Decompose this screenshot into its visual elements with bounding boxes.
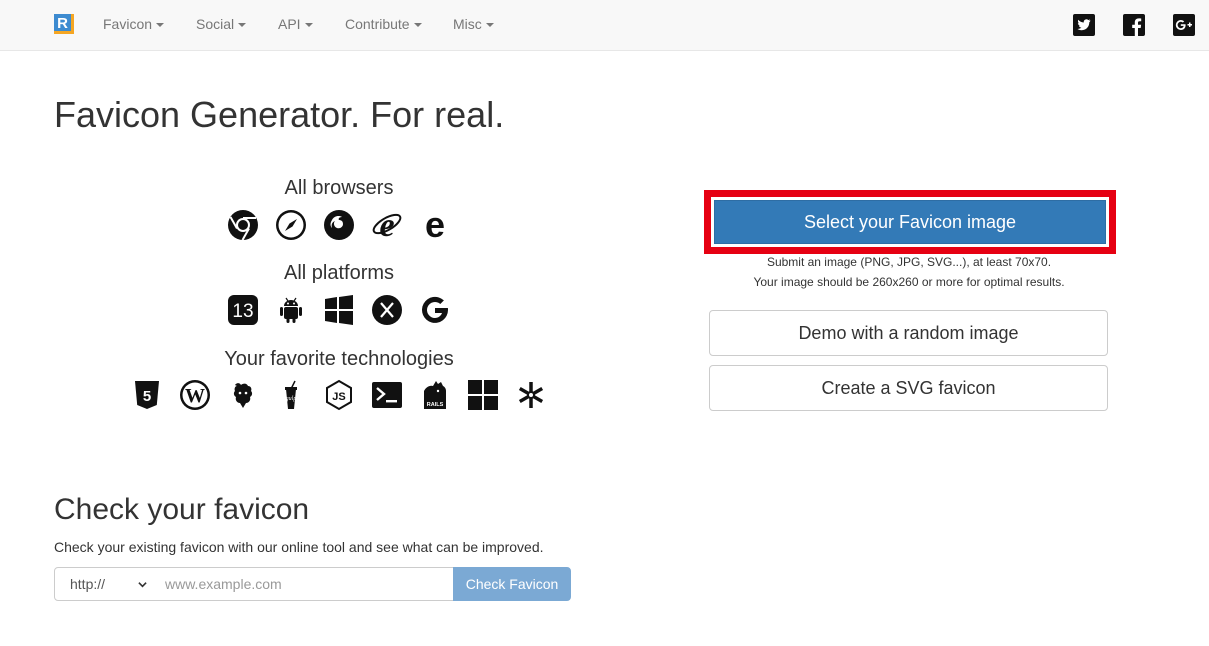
caret-down-icon [156, 23, 165, 28]
wordpress-icon: W [179, 379, 211, 411]
navbar: R Favicon Social API Contribute Misc [0, 0, 1209, 51]
help-text-line1: Submit an image (PNG, JPG, SVG...), at l… [766, 255, 1052, 269]
technology-icons-row: 5 W gulp JS RAILS [54, 379, 624, 411]
svg-text:5: 5 [143, 388, 151, 405]
check-favicon-title: Check your favicon [54, 493, 310, 526]
nav-contribute[interactable]: Contribute [345, 0, 422, 50]
svg-text:R: R [57, 15, 68, 32]
svg-text:JS: JS [332, 391, 345, 403]
chevron-down-icon [138, 582, 147, 588]
check-favicon-button[interactable]: Check Favicon [453, 567, 571, 601]
twitter-icon[interactable] [1073, 14, 1095, 36]
nodejs-icon: JS [323, 379, 355, 411]
realfavicongenerator-logo-icon[interactable]: R [54, 14, 74, 34]
google-plus-icon[interactable] [1173, 14, 1195, 36]
demo-random-image-button[interactable]: Demo with a random image [709, 310, 1108, 356]
nav-misc[interactable]: Misc [453, 0, 494, 50]
protocol-select[interactable]: http:// [54, 567, 154, 601]
cli-icon [371, 379, 403, 411]
nav-favicon-label: Favicon [103, 16, 153, 32]
android-icon [275, 294, 307, 326]
page-title: Favicon Generator. For real. [54, 94, 505, 135]
help-text-line2: Your image should be 260x260 or more for… [753, 275, 1065, 289]
gulp-icon [227, 379, 259, 411]
nav-social[interactable]: Social [196, 0, 247, 50]
svg-text:e: e [379, 209, 394, 241]
nav-social-label: Social [196, 16, 235, 32]
browsers-title: All browsers [284, 177, 394, 199]
browser-icons-row: e e [54, 209, 624, 241]
caret-down-icon [304, 23, 313, 28]
facebook-icon[interactable] [1123, 14, 1145, 36]
nav-contribute-label: Contribute [345, 16, 410, 32]
grunt-icon: gulp [275, 379, 307, 411]
select-favicon-image-button[interactable]: Select your Favicon image [714, 200, 1106, 244]
google-icon [419, 294, 451, 326]
platform-icons-row: 13 [54, 294, 624, 326]
svg-text:13: 13 [232, 301, 253, 322]
svg-text:W: W [185, 385, 205, 407]
svg-text:RAILS: RAILS [427, 402, 444, 408]
safari-icon [275, 209, 307, 241]
create-svg-favicon-button[interactable]: Create a SVG favicon [709, 365, 1108, 411]
internet-explorer-icon: e [371, 209, 403, 241]
asterisk-icon [515, 379, 547, 411]
edge-icon: e [419, 209, 451, 241]
nav-favicon[interactable]: Favicon [103, 0, 165, 50]
nav-misc-label: Misc [453, 16, 482, 32]
windows-tiles-icon [467, 379, 499, 411]
ios-13-icon: 13 [227, 294, 259, 326]
windows-icon [323, 294, 355, 326]
caret-down-icon [413, 23, 422, 28]
nav-api[interactable]: API [278, 0, 313, 50]
nav-api-label: API [278, 16, 301, 32]
caret-down-icon [485, 23, 494, 28]
html5-icon: 5 [131, 379, 163, 411]
technologies-title: Your favorite technologies [224, 348, 454, 370]
caret-down-icon [238, 23, 247, 28]
firefox-icon [323, 209, 355, 241]
url-input[interactable] [153, 567, 454, 601]
platforms-title: All platforms [283, 262, 395, 284]
svg-text:gulp: gulp [286, 396, 297, 402]
protocol-select-value: http:// [70, 576, 106, 592]
check-favicon-description: Check your existing favicon with our onl… [54, 539, 544, 555]
macos-x-icon [371, 294, 403, 326]
svg-text:e: e [425, 209, 445, 241]
chrome-icon [227, 209, 259, 241]
rails-icon: RAILS [419, 379, 451, 411]
